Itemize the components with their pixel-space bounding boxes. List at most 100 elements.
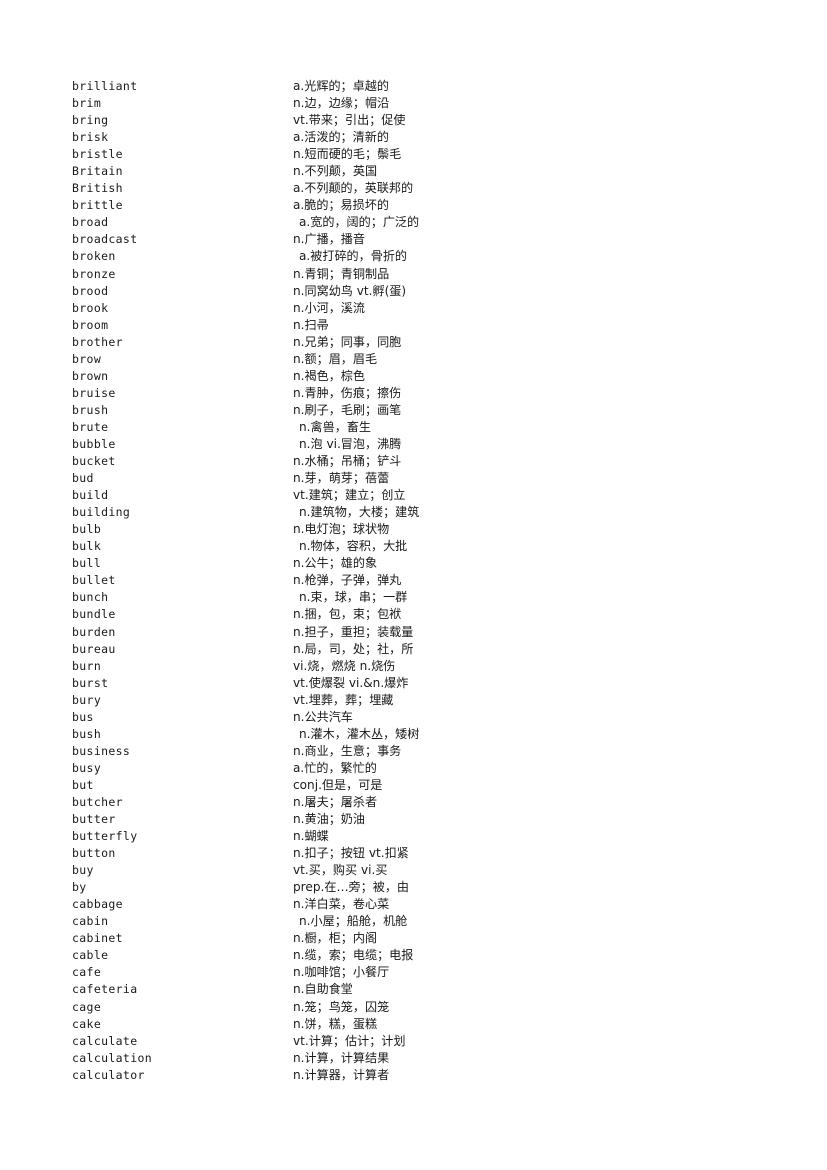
vocabulary-entry: Britain n.不列颠，英国 (72, 163, 772, 180)
entry-term: brother (72, 334, 123, 349)
entry-definition: n.计算器，计算者 (293, 1067, 390, 1082)
entry-term: bullet (72, 573, 116, 588)
entry-definition: n.商业，生意；事务 (293, 743, 402, 758)
entry-definition: n.额；眉，眉毛 (293, 351, 378, 366)
entry-term: bubble (72, 436, 116, 451)
vocabulary-entry: brood n.同窝幼鸟 vt.孵(蛋) (72, 283, 772, 300)
entry-definition: n.自助食堂 (293, 982, 353, 997)
entry-definition: n.蝴蝶 (293, 829, 329, 844)
vocabulary-entry: brim n.边，边缘；帽沿 (72, 95, 772, 112)
vocabulary-entry: cabbage n.洋白菜，卷心菜 (72, 896, 772, 913)
entry-term: butcher (72, 794, 123, 809)
entry-term: broad (72, 215, 109, 230)
entry-definition: n.小屋；船舱，机舱 (299, 914, 408, 929)
vocabulary-entry: calculation n.计算，计算结果 (72, 1050, 772, 1067)
entry-term: bury (72, 692, 102, 707)
vocabulary-entry: burden n.担子，重担；装载量 (72, 624, 772, 641)
entry-definition: n.泡 vi.冒泡，沸腾 (299, 436, 402, 451)
entry-term: cage (72, 999, 102, 1014)
entry-term: bulk (72, 539, 102, 554)
entry-term: bureau (72, 641, 116, 656)
entry-definition: vt.买，购买 vi.买 (293, 863, 388, 878)
entry-term: calculate (72, 1033, 138, 1048)
entry-definition: prep.在…旁；被，由 (293, 880, 410, 895)
vocabulary-entry: calculator n.计算器，计算者 (72, 1067, 772, 1084)
vocabulary-entry: broadcast n.广播，播音 (72, 231, 772, 248)
entry-term: brook (72, 300, 109, 315)
vocabulary-entry: bring vt.带来；引出；促使 (72, 112, 772, 129)
entry-term: broken (72, 249, 116, 264)
entry-definition: n.褐色，棕色 (293, 368, 365, 383)
vocabulary-entry: bud n.芽，萌芽；蓓蕾 (72, 470, 772, 487)
entry-term: but (72, 777, 94, 792)
vocabulary-entry: bulb n.电灯泡；球状物 (72, 521, 772, 538)
vocabulary-entry: brush n.刷子，毛刷；画笔 (72, 402, 772, 419)
entry-term: bruise (72, 385, 116, 400)
entry-term: brute (72, 419, 109, 434)
entry-definition: n.物体，容积，大批 (299, 539, 408, 554)
vocabulary-entry: bunch n.束，球，串；一群 (72, 589, 772, 606)
vocabulary-entry: bristle n.短而硬的毛；鬃毛 (72, 146, 772, 163)
vocabulary-entry: business n.商业，生意；事务 (72, 743, 772, 760)
entry-term: buy (72, 863, 94, 878)
entry-definition: n.饼，糕，蛋糕 (293, 1016, 378, 1031)
entry-definition: a.忙的，繁忙的 (293, 760, 377, 775)
entry-term: bucket (72, 454, 116, 469)
entry-definition: n.黄油；奶油 (293, 812, 365, 827)
entry-term: burden (72, 624, 116, 639)
entry-term: building (72, 505, 131, 520)
vocabulary-entry: broom n.扫帚 (72, 317, 772, 334)
vocabulary-entry: broken a.被打碎的，骨折的 (72, 248, 772, 265)
vocabulary-entry: build vt.建筑；建立；创立 (72, 487, 772, 504)
document-page: brilliant a.光辉的；卓越的 brim n.边，边缘；帽沿 bring vt.带… (0, 0, 827, 1170)
vocabulary-entry: buy vt.买，购买 vi.买 (72, 862, 772, 879)
vocabulary-entry: cabinet n.橱，柜；内阁 (72, 930, 772, 947)
entry-definition: n.束，球，串；一群 (299, 590, 408, 605)
entry-definition: a.宽的，阔的；广泛的 (299, 215, 420, 230)
entry-term: British (72, 181, 123, 196)
vocabulary-entry: bullet n.枪弹，子弹，弹丸 (72, 572, 772, 589)
entry-term: broom (72, 317, 109, 332)
vocabulary-entry: brittle a.脆的；易损坏的 (72, 197, 772, 214)
entry-definition: n.禽兽，畜生 (299, 419, 371, 434)
entry-term: bus (72, 709, 94, 724)
entry-definition: n.电灯泡；球状物 (293, 522, 390, 537)
vocabulary-entry: brother n.兄弟；同事，同胞 (72, 334, 772, 351)
entry-definition: n.咖啡馆；小餐厅 (293, 965, 390, 980)
entry-definition: a.被打碎的，骨折的 (299, 249, 408, 264)
entry-term: button (72, 846, 116, 861)
entry-term: cabinet (72, 931, 123, 946)
entry-term: cable (72, 948, 109, 963)
entry-definition: n.芽，萌芽；蓓蕾 (293, 471, 390, 486)
vocabulary-entry: cafeteria n.自助食堂 (72, 981, 772, 998)
vocabulary-entry: burst vt.使爆裂 vi.&n.爆炸 (72, 675, 772, 692)
entry-definition: conj.但是，可是 (293, 777, 383, 792)
entry-definition: n.短而硬的毛；鬃毛 (293, 147, 402, 162)
entry-term: butter (72, 812, 116, 827)
vocabulary-entry: butcher n.屠夫；屠杀者 (72, 794, 772, 811)
entry-term: Britain (72, 164, 123, 179)
entry-definition: n.洋白菜，卷心菜 (293, 897, 390, 912)
vocabulary-entry: but conj.但是，可是 (72, 777, 772, 794)
entry-definition: vt.建筑；建立；创立 (293, 488, 406, 503)
entry-definition: n.担子，重担；装载量 (293, 624, 414, 639)
entry-definition: vt.带来；引出；促使 (293, 113, 406, 128)
entry-term: brow (72, 351, 102, 366)
vocabulary-entry: cable n.缆，索；电缆；电报 (72, 947, 772, 964)
entry-definition: n.扣子；按钮 vt.扣紧 (293, 846, 409, 861)
vocabulary-entry: bush n.灌木，灌木丛，矮树 (72, 726, 772, 743)
vocabulary-entry: building n.建筑物，大楼；建筑 (72, 504, 772, 521)
entry-definition: n.扫帚 (293, 317, 329, 332)
entry-definition: n.建筑物，大楼；建筑 (299, 505, 420, 520)
entry-definition: n.缆，索；电缆；电报 (293, 948, 414, 963)
entry-term: business (72, 743, 131, 758)
vocabulary-entry: brook n.小河，溪流 (72, 300, 772, 317)
entry-definition: a.脆的；易损坏的 (293, 198, 389, 213)
entry-term: bush (72, 726, 102, 741)
entry-term: bunch (72, 590, 109, 605)
entry-term: cabbage (72, 897, 123, 912)
entry-term: bristle (72, 147, 123, 162)
entry-definition: n.屠夫；屠杀者 (293, 794, 378, 809)
entry-term: bring (72, 113, 109, 128)
entry-definition: vt.使爆裂 vi.&n.爆炸 (293, 675, 409, 690)
